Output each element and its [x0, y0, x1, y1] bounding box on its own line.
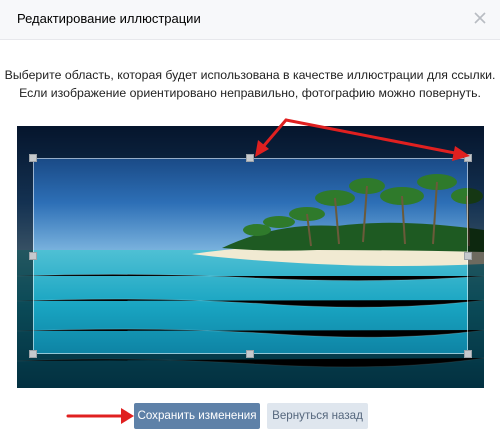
dialog-title: Редактирование иллюстрации: [17, 11, 201, 26]
crop-handle-bottom[interactable]: [246, 350, 254, 358]
image-crop-area[interactable]: [17, 126, 484, 388]
instructions: Выберите область, которая будет использо…: [0, 66, 500, 102]
crop-handle-right[interactable]: [464, 252, 472, 260]
crop-handle-left[interactable]: [29, 252, 37, 260]
close-icon[interactable]: [472, 10, 488, 26]
arrowhead-save-button: [121, 408, 134, 424]
save-changes-button[interactable]: Сохранить изменения: [134, 403, 260, 429]
crop-handle-top-left[interactable]: [29, 154, 37, 162]
instructions-line-2: Если изображение ориентировано неправиль…: [19, 86, 481, 100]
dialog-header: Редактирование иллюстрации: [0, 0, 500, 40]
crop-frame[interactable]: [33, 158, 468, 354]
go-back-button[interactable]: Вернуться назад: [267, 403, 368, 429]
mask-bottom: [17, 354, 484, 388]
crop-handle-top-right[interactable]: [464, 154, 472, 162]
crop-handle-top[interactable]: [246, 154, 254, 162]
crop-handle-bottom-right[interactable]: [464, 350, 472, 358]
instructions-line-1: Выберите область, которая будет использо…: [4, 68, 496, 82]
crop-handle-bottom-left[interactable]: [29, 350, 37, 358]
